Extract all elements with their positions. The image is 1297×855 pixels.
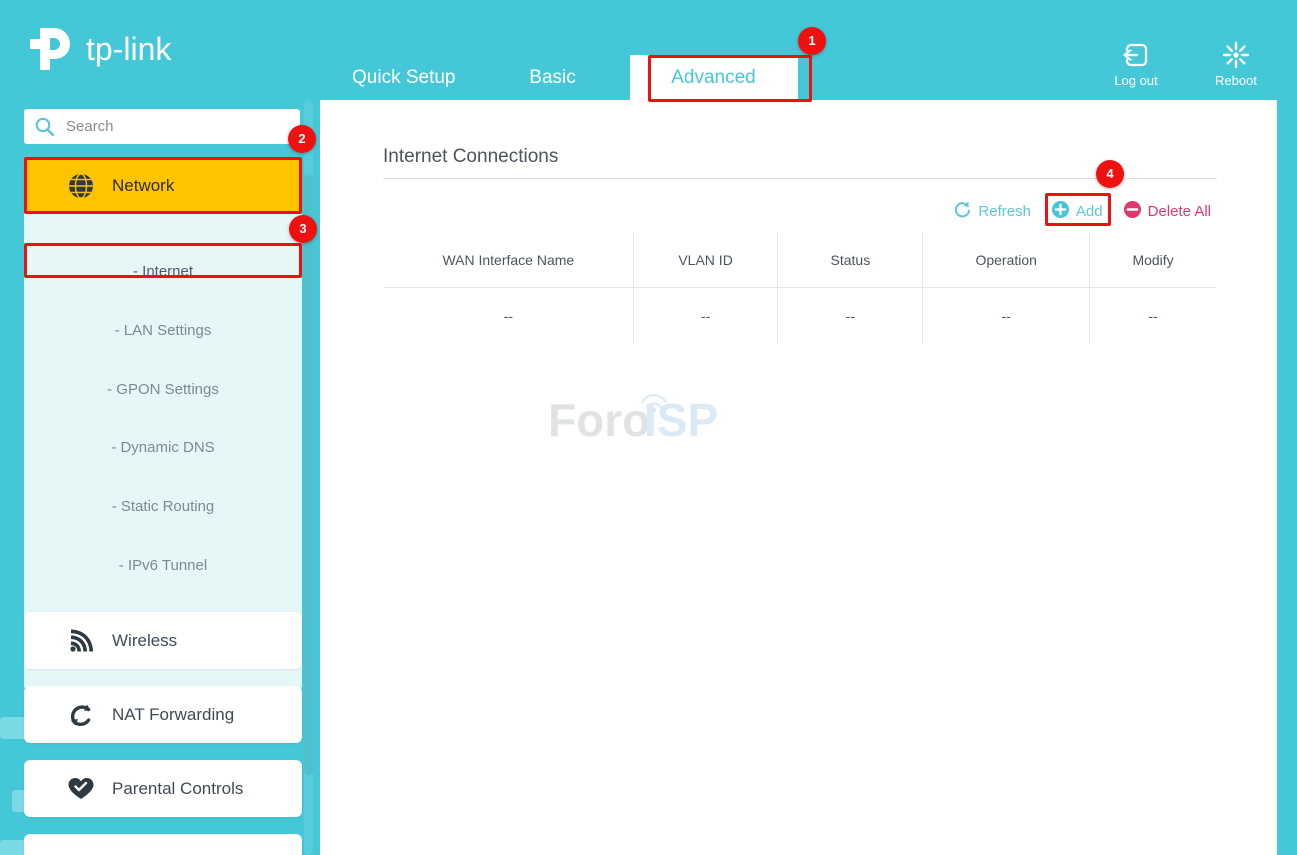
reboot-label: Reboot — [1205, 73, 1267, 88]
refresh-button[interactable]: Refresh — [947, 196, 1037, 227]
sidebar-item-network[interactable]: Network — [24, 158, 302, 213]
cell-modify: -- — [1090, 288, 1217, 344]
cell-wan-interface-name: -- — [384, 288, 634, 344]
sidebar-scrollbar-thumb[interactable] — [304, 175, 313, 775]
sidebar-subitem-static-routing[interactable]: - Static Routing — [26, 490, 300, 524]
tp-link-logo: tp-link — [28, 26, 203, 72]
content-panel: Internet Connections Refresh Add — [320, 100, 1277, 855]
title-divider — [383, 178, 1217, 179]
svg-text:Foro: Foro — [548, 394, 650, 446]
column-header-vlan-id: VLAN ID — [633, 232, 778, 288]
cell-status: -- — [778, 288, 923, 344]
sidebar-item-partial[interactable] — [24, 834, 302, 855]
header-actions: Log out Reboot — [1105, 40, 1267, 88]
sidebar-item-label: Parental Controls — [112, 779, 243, 799]
plus-circle-icon — [1051, 200, 1070, 223]
logout-label: Log out — [1105, 73, 1167, 88]
refresh-circle-icon — [58, 700, 104, 730]
sidebar-subitem-ipv6-tunnel[interactable]: - IPv6 Tunnel — [26, 549, 300, 583]
sidebar-item-label: Wireless — [112, 631, 177, 651]
annotation-badge-3: 3 — [289, 215, 317, 243]
logout-icon — [1105, 40, 1167, 70]
logout-button[interactable]: Log out — [1105, 40, 1167, 88]
sidebar-item-nat-forwarding[interactable]: NAT Forwarding — [24, 686, 302, 743]
sidebar-subitem-dynamic-dns[interactable]: - Dynamic DNS — [26, 431, 300, 465]
internet-connections-table: WAN Interface Name VLAN ID Status Operat… — [383, 231, 1217, 344]
cell-operation: -- — [923, 288, 1090, 344]
minus-circle-icon — [1123, 200, 1142, 223]
annotation-badge-2: 2 — [288, 125, 316, 153]
sidebar-item-label: NAT Forwarding — [112, 705, 234, 725]
foroisp-watermark: Foro ISP — [548, 388, 728, 450]
search-icon — [34, 116, 60, 138]
delete-all-button[interactable]: Delete All — [1117, 196, 1217, 227]
sidebar-item-wireless[interactable]: Wireless — [24, 612, 302, 669]
table-row: -- -- -- -- -- — [384, 288, 1217, 344]
page-title: Internet Connections — [383, 146, 558, 168]
heart-icon — [58, 774, 104, 804]
wifi-signal-icon — [58, 626, 104, 656]
refresh-label: Refresh — [978, 203, 1031, 220]
add-button[interactable]: Add — [1045, 196, 1109, 227]
column-header-wan-interface-name: WAN Interface Name — [384, 232, 634, 288]
sidebar-subitem-lan-settings[interactable]: - LAN Settings — [26, 314, 300, 348]
add-label: Add — [1076, 203, 1103, 220]
column-header-operation: Operation — [923, 232, 1090, 288]
table-toolbar: Refresh Add Delete All — [947, 196, 1217, 227]
svg-text:tp-link: tp-link — [86, 31, 172, 67]
delete-all-label: Delete All — [1148, 203, 1211, 220]
globe-icon — [58, 171, 104, 201]
sidebar-subitem-internet[interactable]: - Internet — [26, 255, 300, 289]
main-nav-tabs: Quick Setup Basic Advanced — [330, 55, 798, 100]
reboot-icon — [1205, 40, 1267, 70]
cell-vlan-id: -- — [633, 288, 778, 344]
annotation-badge-4: 4 — [1096, 160, 1124, 188]
tab-quick-setup[interactable]: Quick Setup — [330, 55, 478, 100]
sidebar-item-parental-controls[interactable]: Parental Controls — [24, 760, 302, 817]
sidebar-item-label: Network — [112, 176, 174, 196]
tab-basic[interactable]: Basic — [488, 55, 618, 100]
sidebar-subitem-gpon-settings[interactable]: - GPON Settings — [26, 373, 300, 407]
tab-advanced[interactable]: Advanced — [630, 55, 798, 100]
search-box[interactable] — [24, 109, 300, 144]
search-input[interactable] — [66, 118, 281, 135]
sidebar: - Internet - LAN Settings - GPON Setting… — [0, 100, 320, 855]
refresh-icon — [953, 200, 972, 223]
annotation-badge-1: 1 — [798, 27, 826, 55]
app-header: tp-link Quick Setup Basic Advanced Log o… — [0, 0, 1297, 100]
column-header-modify: Modify — [1090, 232, 1217, 288]
column-header-status: Status — [778, 232, 923, 288]
svg-text:ISP: ISP — [644, 394, 718, 446]
table-header-row: WAN Interface Name VLAN ID Status Operat… — [384, 232, 1217, 288]
reboot-button[interactable]: Reboot — [1205, 40, 1267, 88]
